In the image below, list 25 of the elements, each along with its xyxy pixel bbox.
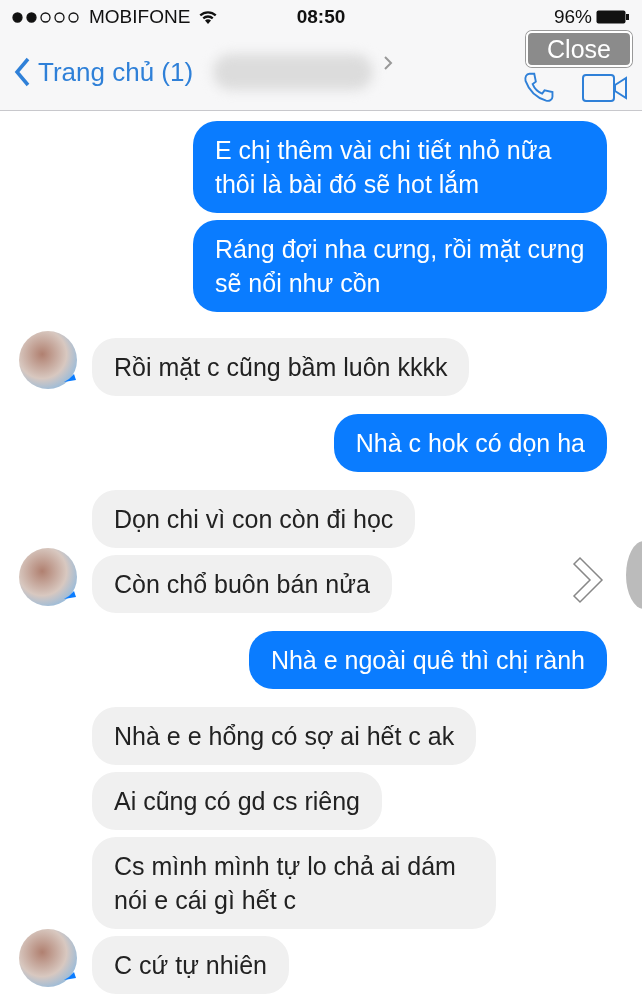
video-camera-icon[interactable] [582,71,628,105]
close-button[interactable]: Close [526,31,632,67]
battery-icon [596,10,630,24]
message-bubble: Ráng đợi nha cưng, rồi mặt cưng sẽ nổi như cồn [193,220,607,312]
wifi-icon [198,9,219,25]
message-bubble: Rồi mặt c cũng bầm luôn kkkk [92,338,470,396]
message-bubble: E chị thêm vài chi tiết nhỏ nữa thôi là bài đó sẽ hot lắm [193,121,607,213]
message-bubble: C cứ tự nhiên [92,936,289,994]
message-bubble: Còn chổ buôn bán nửa [92,555,392,613]
message-bubble: Dọn chi vì con còn đi học [92,490,416,548]
next-image-thumbnail [624,540,642,610]
battery-percent: 96% [553,6,592,28]
chevron-right-icon [383,55,394,71]
message-bubble: Nhà c hok có dọn ha [333,414,607,472]
chevron-left-icon [14,57,30,87]
avatar [18,330,78,392]
message-bubble: Ai cũng có gd cs riêng [92,772,382,830]
message-bubble: Nhà e e hổng có sợ ai hết c ak [92,707,477,765]
avatar [18,928,78,990]
message-bubble: Nhà e ngoài quê thì chị rành [248,631,607,689]
back-link[interactable]: Trang chủ (1) [14,56,194,88]
avatar [18,547,78,609]
clock-time: 08:50 [296,6,346,28]
carrier-name: MOBIFONE [89,6,191,28]
message-bubble: Cs mình mình tự lo chả ai dám nói e cái gì hết c [92,837,496,929]
